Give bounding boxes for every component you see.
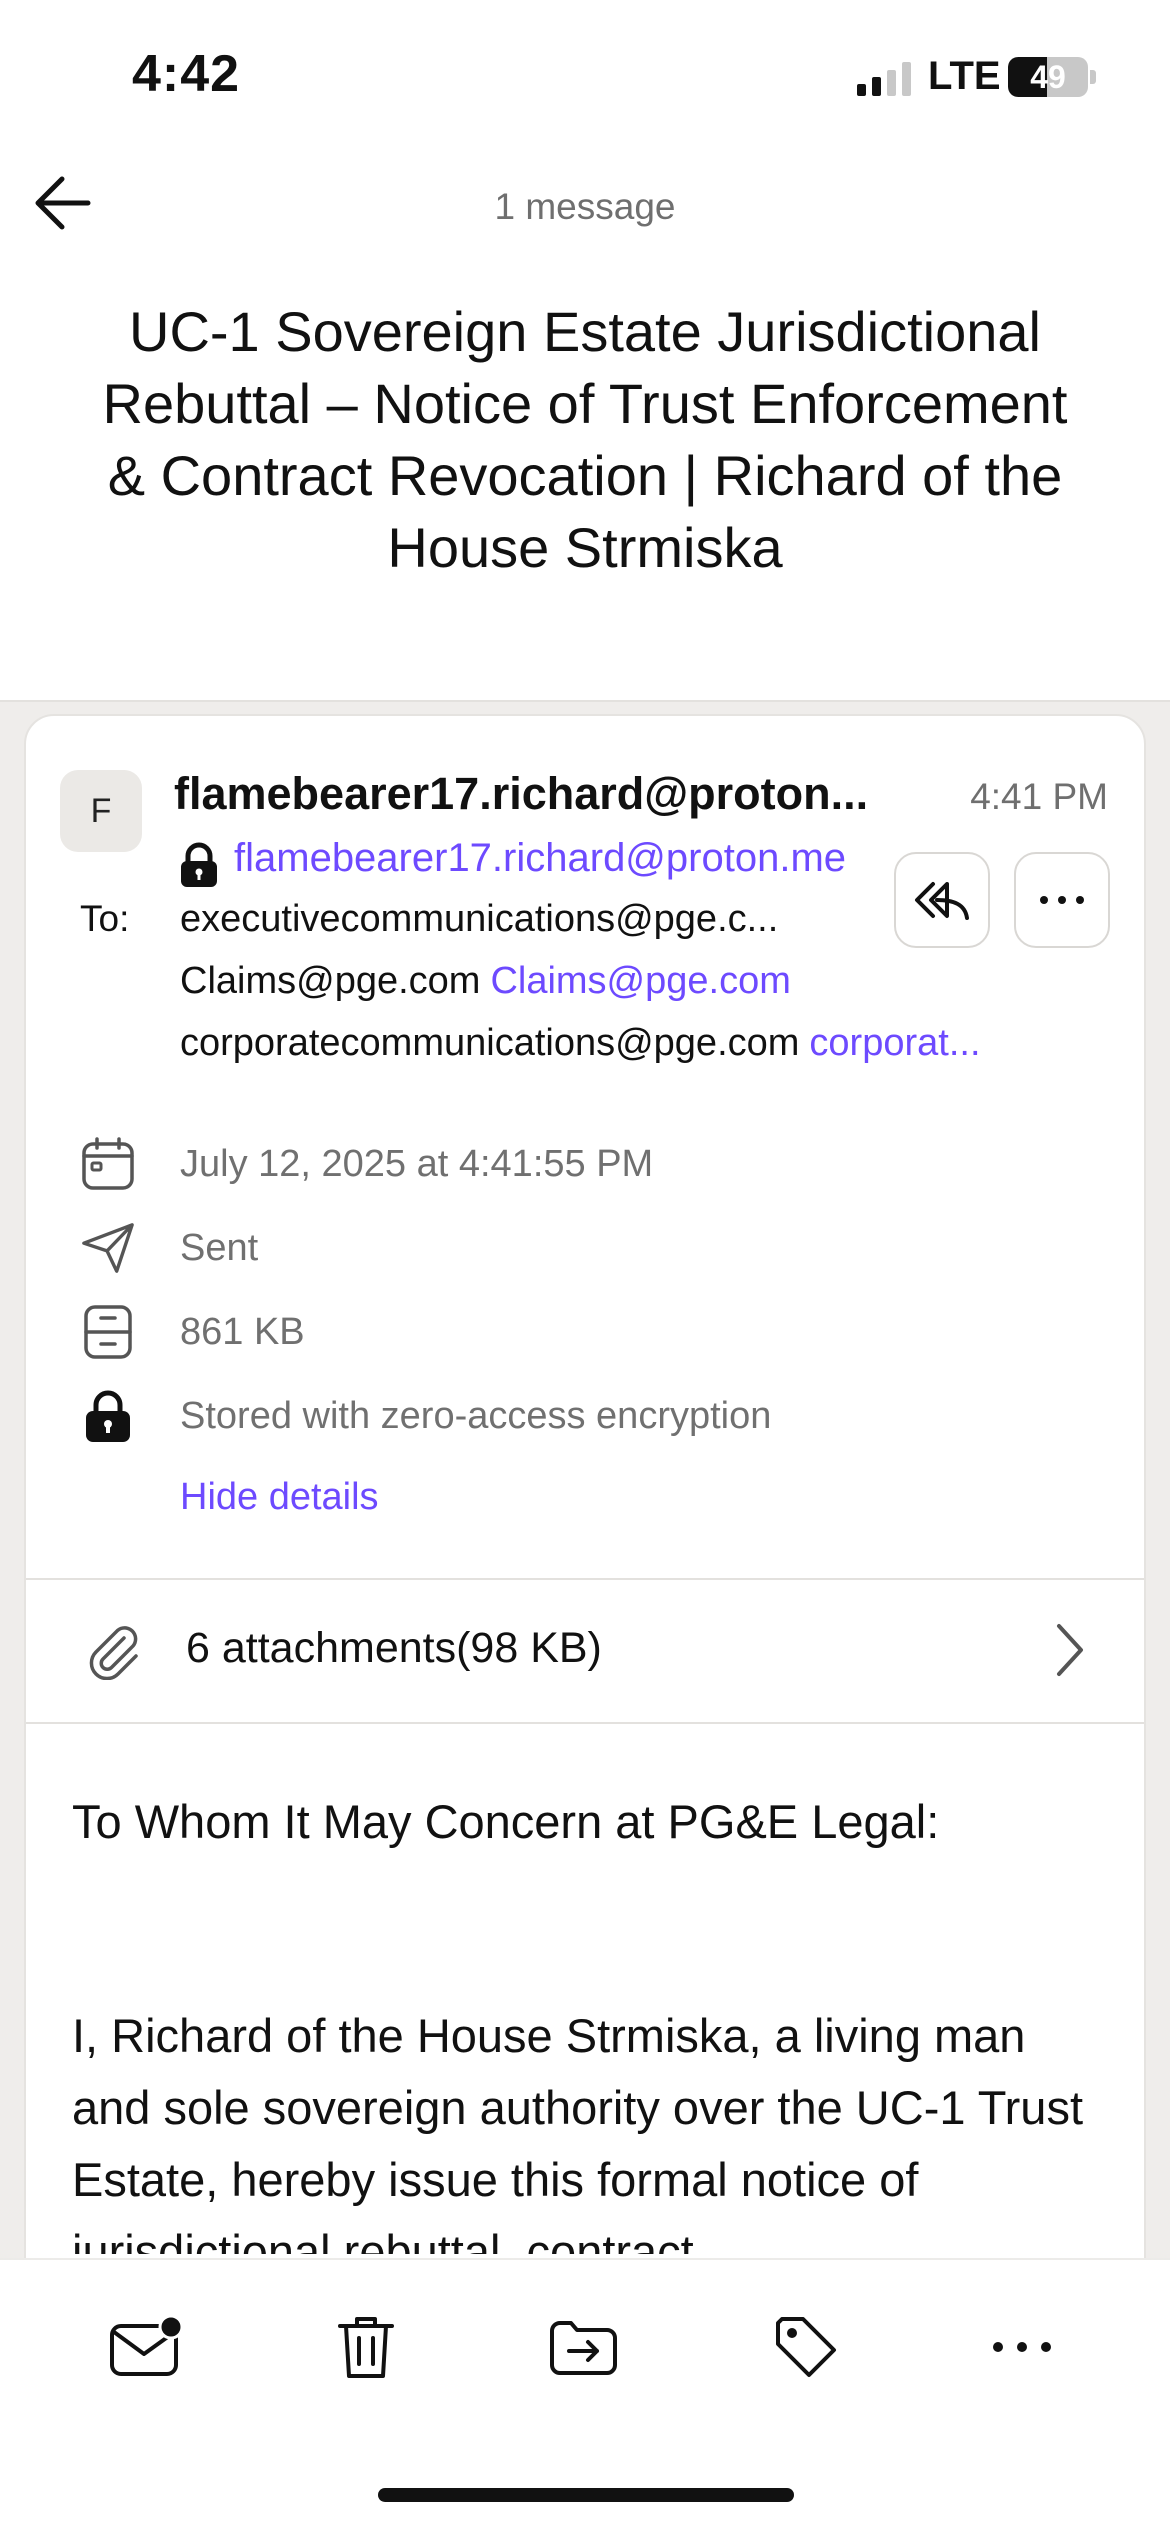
message-folder: Sent <box>180 1226 259 1269</box>
to-label: To: <box>80 898 130 939</box>
email-subject: UC-1 Sovereign Estate Jurisdictional Reb… <box>102 300 1068 579</box>
mark-unread-icon <box>110 2316 183 2376</box>
lock-icon <box>86 1390 130 1442</box>
battery-tip <box>1090 70 1096 84</box>
label-icon <box>776 2317 836 2377</box>
more-icon <box>1040 896 1084 904</box>
home-indicator[interactable] <box>378 2488 794 2502</box>
recipient-address: Claims@pge.com <box>180 960 481 1002</box>
detail-folder: Sent <box>80 1216 258 1280</box>
recipient-address: corporatecommunications@pge.com <box>180 1022 800 1064</box>
paperclip-icon <box>89 1626 138 1680</box>
trash-icon <box>338 2317 394 2378</box>
reply-all-button[interactable] <box>894 852 990 948</box>
detail-encryption: Stored with zero-access encryption <box>80 1384 771 1448</box>
body-greeting: To Whom It May Concern at PG&E Legal: <box>72 1795 940 1848</box>
encryption-status: Stored with zero-access encryption <box>180 1394 772 1437</box>
detail-date: July 12, 2025 at 4:41:55 PM <box>80 1132 653 1196</box>
move-icon <box>550 2321 617 2375</box>
network-type: LTE <box>928 54 1001 98</box>
recipient-name: corporat... <box>809 1022 981 1064</box>
label-button[interactable] <box>756 2302 856 2392</box>
move-button[interactable] <box>534 2302 634 2392</box>
recipient-address: executivecommunications@pge.c... <box>180 898 779 940</box>
battery-icon: 49 <box>1008 57 1088 97</box>
detail-size: 861 KB <box>80 1300 305 1364</box>
lock-icon <box>181 842 217 887</box>
recipient[interactable]: corporatecommunications@pge.com corporat.… <box>180 1022 981 1065</box>
signal-icon <box>857 62 911 96</box>
reply-all-icon <box>915 882 969 920</box>
recipient-name: Claims@pge.com <box>490 960 791 1002</box>
more-icon <box>993 2342 1051 2352</box>
calendar-icon <box>82 1137 134 1190</box>
attachments-row[interactable]: 6 attachments(98 KB) <box>26 1582 1144 1722</box>
send-icon <box>82 1223 134 1273</box>
hide-details-link[interactable]: Hide details <box>180 1476 379 1519</box>
message-time: 4:41 PM <box>970 776 1108 817</box>
recipient[interactable]: executivecommunications@pge.c... <box>180 898 860 941</box>
status-bar: 4:42 LTE 49 <box>0 0 1170 150</box>
chevron-right-icon <box>1057 1624 1083 1676</box>
sender-name[interactable]: flamebearer17.richard@proton... <box>174 768 924 820</box>
status-time: 4:42 <box>132 45 241 103</box>
message-date: July 12, 2025 at 4:41:55 PM <box>180 1142 654 1185</box>
storage-icon <box>84 1305 132 1359</box>
more-actions-button[interactable] <box>972 2302 1072 2392</box>
mark-unread-button[interactable] <box>96 2302 196 2392</box>
recipient[interactable]: Claims@pge.com Claims@pge.com <box>180 960 791 1003</box>
delete-button[interactable] <box>316 2302 416 2392</box>
divider <box>26 1722 1144 1724</box>
attachments-label: 6 attachments(98 KB) <box>186 1624 602 1672</box>
divider <box>26 1578 1144 1580</box>
sender-avatar[interactable]: F <box>60 770 142 852</box>
body-paragraph: I, Richard of the House Strmiska, a livi… <box>72 2009 1084 2254</box>
sender-email[interactable]: flamebearer17.richard@proton.me <box>234 836 846 881</box>
message-size: 861 KB <box>180 1310 305 1353</box>
message-count: 1 message <box>494 186 676 227</box>
battery-percent: 49 <box>1030 59 1066 95</box>
more-options-button[interactable] <box>1014 852 1110 948</box>
